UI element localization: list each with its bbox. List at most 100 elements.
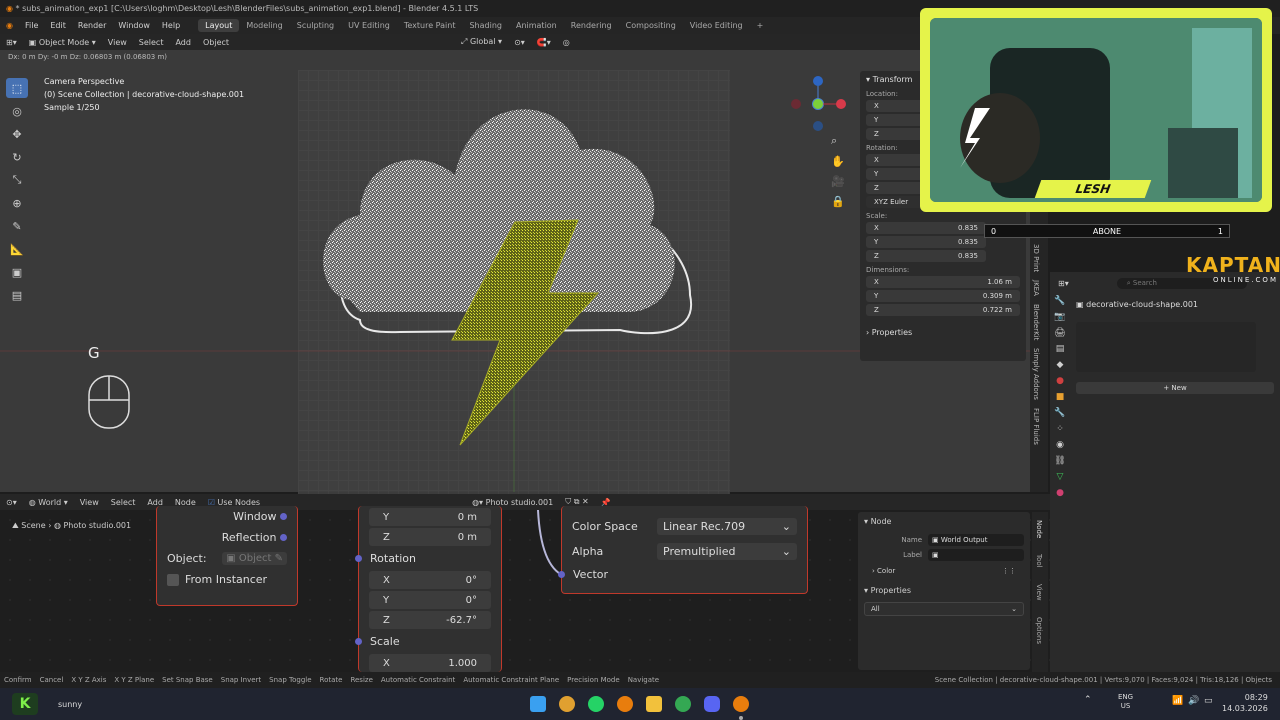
color-subpanel[interactable]: › Color ⋮⋮: [872, 567, 1016, 575]
tab-flip-fluids[interactable]: FLIP Fluids: [1030, 404, 1042, 449]
particles-props-icon[interactable]: ⁘: [1056, 424, 1064, 434]
material-props-icon[interactable]: ●: [1056, 488, 1064, 498]
workspace-tab-sculpting[interactable]: Sculpting: [290, 19, 341, 32]
from-instancer-checkbox[interactable]: From Instancer: [157, 569, 297, 590]
pivot-icon[interactable]: ⊙▾: [508, 38, 531, 47]
zoom-icon[interactable]: ⌕: [831, 134, 845, 148]
workspace-tab-shading[interactable]: Shading: [462, 19, 509, 32]
tab-blenderkit[interactable]: BlenderKit: [1030, 300, 1042, 344]
view-layer-props-icon[interactable]: ▤: [1056, 344, 1065, 354]
workspace-tab-uv-editing[interactable]: UV Editing: [341, 19, 397, 32]
start-button-icon[interactable]: [530, 696, 546, 712]
vp-menu-select[interactable]: Select: [133, 38, 170, 47]
rotation-z-field[interactable]: Z -62.7°: [369, 611, 491, 629]
node-menu-select[interactable]: Select: [105, 498, 142, 507]
scale-y[interactable]: Y 0.835: [866, 236, 986, 248]
vp-menu-object[interactable]: Object: [197, 38, 235, 47]
snap-icon[interactable]: 🧲▾: [531, 38, 557, 47]
physics-props-icon[interactable]: ◉: [1056, 440, 1064, 450]
dimensions-x[interactable]: X 1.06 m: [866, 276, 1020, 288]
location-z-field[interactable]: Z0 m: [369, 528, 491, 546]
network-icon[interactable]: 📶: [1172, 696, 1183, 706]
tab-simply-addons[interactable]: Simply Addons: [1030, 344, 1042, 404]
rotation-x-field[interactable]: X 0°: [369, 571, 491, 589]
node-editor-type-icon[interactable]: ⊙▾: [0, 498, 23, 507]
node-menu-view[interactable]: View: [74, 498, 105, 507]
menu-render[interactable]: Render: [72, 21, 112, 30]
cursor-tool-icon[interactable]: ◎: [6, 101, 28, 121]
menu-edit[interactable]: Edit: [44, 21, 72, 30]
alpha-dropdown[interactable]: Premultiplied ⌄: [657, 543, 797, 560]
scale-x[interactable]: X 0.835: [866, 222, 986, 234]
annotate-tool-icon[interactable]: ✎: [6, 216, 28, 236]
scene-props-icon[interactable]: ◆: [1057, 360, 1064, 370]
new-material-button[interactable]: + New: [1076, 382, 1274, 394]
tab-tool[interactable]: Tool: [1032, 546, 1046, 576]
menu-window[interactable]: Window: [112, 21, 156, 30]
tray-overflow-icon[interactable]: ⌃: [1084, 695, 1092, 705]
orientation-dropdown[interactable]: ⤢ Global ▾: [455, 37, 508, 47]
scale-z[interactable]: Z 0.835: [866, 250, 986, 262]
workspace-tab-layout[interactable]: Layout: [198, 19, 240, 32]
world-props-icon[interactable]: ●: [1056, 376, 1064, 386]
lock-icon[interactable]: 🔒: [831, 195, 845, 208]
node-label-field[interactable]: ▣: [928, 549, 1024, 561]
mode-dropdown[interactable]: ▣ Object Mode ▾: [23, 38, 102, 47]
menu-help[interactable]: Help: [156, 21, 186, 30]
blender-menu-icon[interactable]: ◉: [0, 21, 19, 30]
workspace-tab-video-editing[interactable]: Video Editing: [683, 19, 750, 32]
editor-type-icon[interactable]: ⊞▾: [0, 38, 23, 47]
output-props-icon[interactable]: 🖨: [1054, 328, 1065, 338]
tab-3d-print[interactable]: 3D Print: [1030, 240, 1042, 276]
add-cube-tool-icon[interactable]: ▣: [6, 262, 28, 282]
location-y-field[interactable]: Y0 m: [369, 508, 491, 526]
whatsapp-icon[interactable]: [588, 696, 604, 712]
tool-props-icon[interactable]: 🔧: [1054, 296, 1065, 306]
modifier-props-icon[interactable]: 🔧: [1054, 408, 1065, 418]
scale-x-field[interactable]: X 1.000: [369, 654, 491, 672]
tab-view[interactable]: View: [1032, 576, 1046, 609]
add-workspace-icon[interactable]: +: [750, 19, 771, 32]
constraints-props-icon[interactable]: ⛓: [1054, 456, 1065, 466]
camera-view-icon[interactable]: 🎥: [831, 175, 845, 188]
workspace-tab-rendering[interactable]: Rendering: [564, 19, 619, 32]
target-dropdown[interactable]: All ⌄: [864, 602, 1024, 616]
rotate-tool-icon[interactable]: ↻: [6, 147, 28, 167]
move-tool-icon[interactable]: ✥: [6, 124, 28, 144]
menu-file[interactable]: File: [19, 21, 44, 30]
file-explorer-icon[interactable]: [646, 696, 662, 712]
blender-active-icon[interactable]: [733, 696, 749, 712]
widgets-logo-icon[interactable]: K: [12, 693, 38, 715]
transform-tool-icon[interactable]: ⊕: [6, 193, 28, 213]
workspace-tab-texture-paint[interactable]: Texture Paint: [397, 19, 463, 32]
vp-menu-view[interactable]: View: [102, 38, 133, 47]
tab-node[interactable]: Node: [1032, 512, 1046, 546]
tab-jkea[interactable]: JKEA: [1030, 276, 1042, 300]
texture-coordinate-node[interactable]: Window Reflection Object: ▣ Object ✎ From…: [156, 506, 298, 606]
node-section-header[interactable]: ▾ Node: [858, 512, 1030, 531]
pan-hand-icon[interactable]: ✋: [831, 155, 845, 168]
extra-tool-icon[interactable]: ▤: [6, 285, 28, 305]
language-indicator[interactable]: ENG US: [1118, 693, 1133, 711]
workspace-tab-animation[interactable]: Animation: [509, 19, 564, 32]
node-properties-header[interactable]: ▾ Properties: [858, 581, 1030, 600]
workspace-tab-compositing[interactable]: Compositing: [619, 19, 683, 32]
node-name-field[interactable]: ▣ World Output: [928, 534, 1024, 546]
data-props-icon[interactable]: ▽: [1057, 472, 1064, 482]
dimensions-z[interactable]: Z 0.722 m: [866, 304, 1020, 316]
clock[interactable]: 08:29 14.03.2026: [1222, 692, 1268, 714]
object-props-icon[interactable]: ■: [1056, 392, 1065, 402]
blender-taskbar-icon[interactable]: [617, 696, 633, 712]
object-name-row[interactable]: ▣ decorative-cloud-shape.001: [1076, 300, 1198, 309]
proportional-edit-icon[interactable]: ◎: [557, 38, 576, 47]
volume-icon[interactable]: 🔊: [1188, 696, 1199, 706]
chrome-alt-icon[interactable]: [675, 696, 691, 712]
material-slot-list[interactable]: [1076, 322, 1256, 372]
battery-icon[interactable]: ▭: [1204, 696, 1213, 706]
select-tool-icon[interactable]: ⬚: [6, 78, 28, 98]
editor-type-icon[interactable]: ⊞▾: [1058, 279, 1069, 288]
color-space-dropdown[interactable]: Linear Rec.709 ⌄: [657, 518, 797, 535]
mapping-node[interactable]: Y0 m Z0 m Rotation X 0° Y 0° Z -62.7° Scale…: [355, 506, 502, 672]
scale-tool-icon[interactable]: ⤡: [6, 170, 28, 190]
tab-options[interactable]: Options: [1032, 609, 1046, 652]
